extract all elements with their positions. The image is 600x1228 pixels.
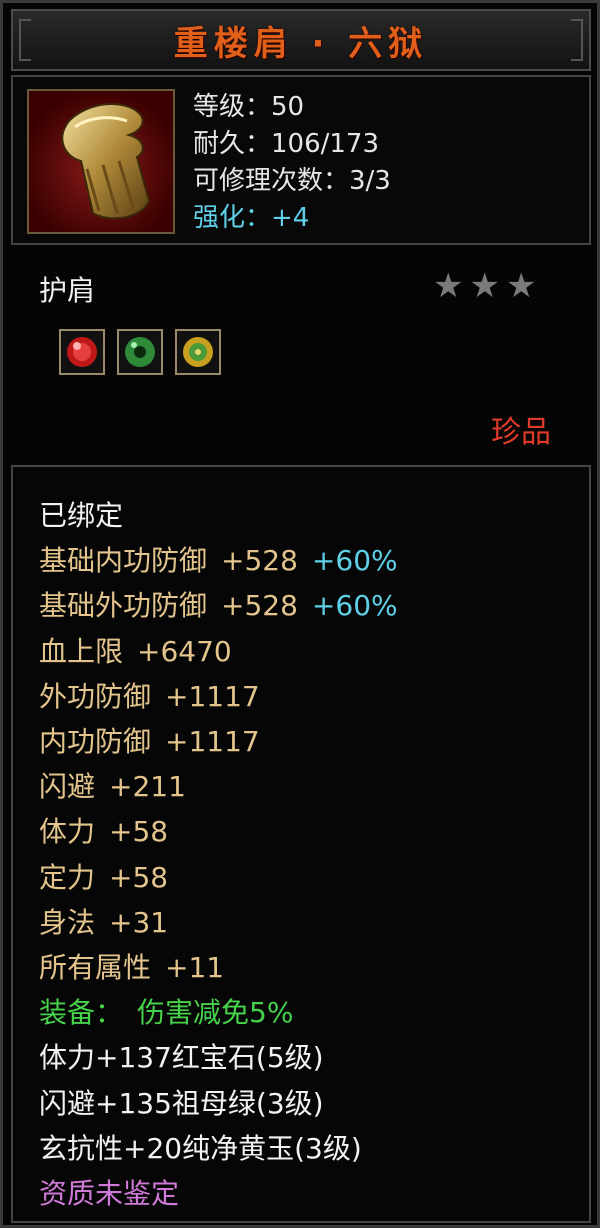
enhance-level-text: 强化：+4 [193, 203, 310, 233]
durability-text: 耐久：106/173 [193, 129, 380, 159]
item-name: 重楼肩 · 六狱 [173, 23, 429, 64]
star-icon: ★ [505, 266, 537, 306]
attribute-focus: 定力 +58 [39, 860, 169, 894]
gem-bonus-1: 体力+137红宝石(5级) [39, 1041, 324, 1075]
shoulder-armor-icon [61, 103, 151, 220]
attribute-all: 所有属性 +11 [39, 951, 225, 985]
attribute-base-inner: 基础内功防御 +528 +60% [39, 544, 398, 578]
red-gem-icon[interactable] [59, 329, 105, 375]
attribute-base-outer: 基础外功防御 +528 +60% [39, 589, 398, 623]
rarity-label: 珍品 [491, 415, 551, 450]
attribute-vitality: 体力 +58 [39, 815, 169, 849]
attribute-list: 已绑定 基础内功防御 +528 +60% 基础外功防御 +528 +60% 血上限 +64… [39, 493, 398, 1216]
attribute-agility: 身法 +31 [39, 905, 169, 939]
attribute-hp: 血上限 +6470 [39, 634, 232, 668]
quality-status: 资质未鉴定 [39, 1177, 180, 1211]
item-portrait-icon [27, 89, 175, 234]
star-icon: ★ [469, 266, 500, 306]
attribute-outer-def: 外功防御 +1117 [39, 679, 260, 713]
yellow-jade-icon[interactable] [175, 329, 221, 375]
bound-status: 已绑定 [39, 499, 124, 532]
title-bar: 重楼肩 · 六狱 [11, 9, 591, 71]
star-rating: ★ ★ ★ [433, 269, 536, 303]
attribute-panel: 已绑定 基础内功防御 +528 +60% 基础外功防御 +528 +60% 血上限 +64… [11, 465, 591, 1223]
attribute-inner-def: 内功防御 +1117 [39, 725, 260, 759]
equip-bonus: 装备： 伤害减免5% [39, 996, 294, 1030]
gem-bonus-3: 玄抗性+20纯净黄玉(3级) [39, 1131, 362, 1165]
item-stats: 等级：50 耐久：106/173 可修理次数：3/3 强化：+4 [193, 89, 391, 237]
item-tooltip: 重楼肩 · 六狱 等级：50 耐久：106/173 可修理次数：3/3 强化：+… [0, 0, 600, 1228]
gem-bonus-2: 闪避+135祖母绿(3级) [39, 1086, 324, 1120]
repair-count-text: 可修理次数：3/3 [193, 166, 391, 196]
star-icon: ★ [433, 266, 464, 306]
item-info-panel: 等级：50 耐久：106/173 可修理次数：3/3 强化：+4 [11, 75, 591, 245]
attribute-dodge: 闪避 +211 [39, 770, 186, 804]
item-type: 护肩 [39, 274, 96, 307]
gem-slots [59, 329, 221, 375]
level-text: 等级：50 [193, 92, 305, 122]
green-jade-icon[interactable] [117, 329, 163, 375]
